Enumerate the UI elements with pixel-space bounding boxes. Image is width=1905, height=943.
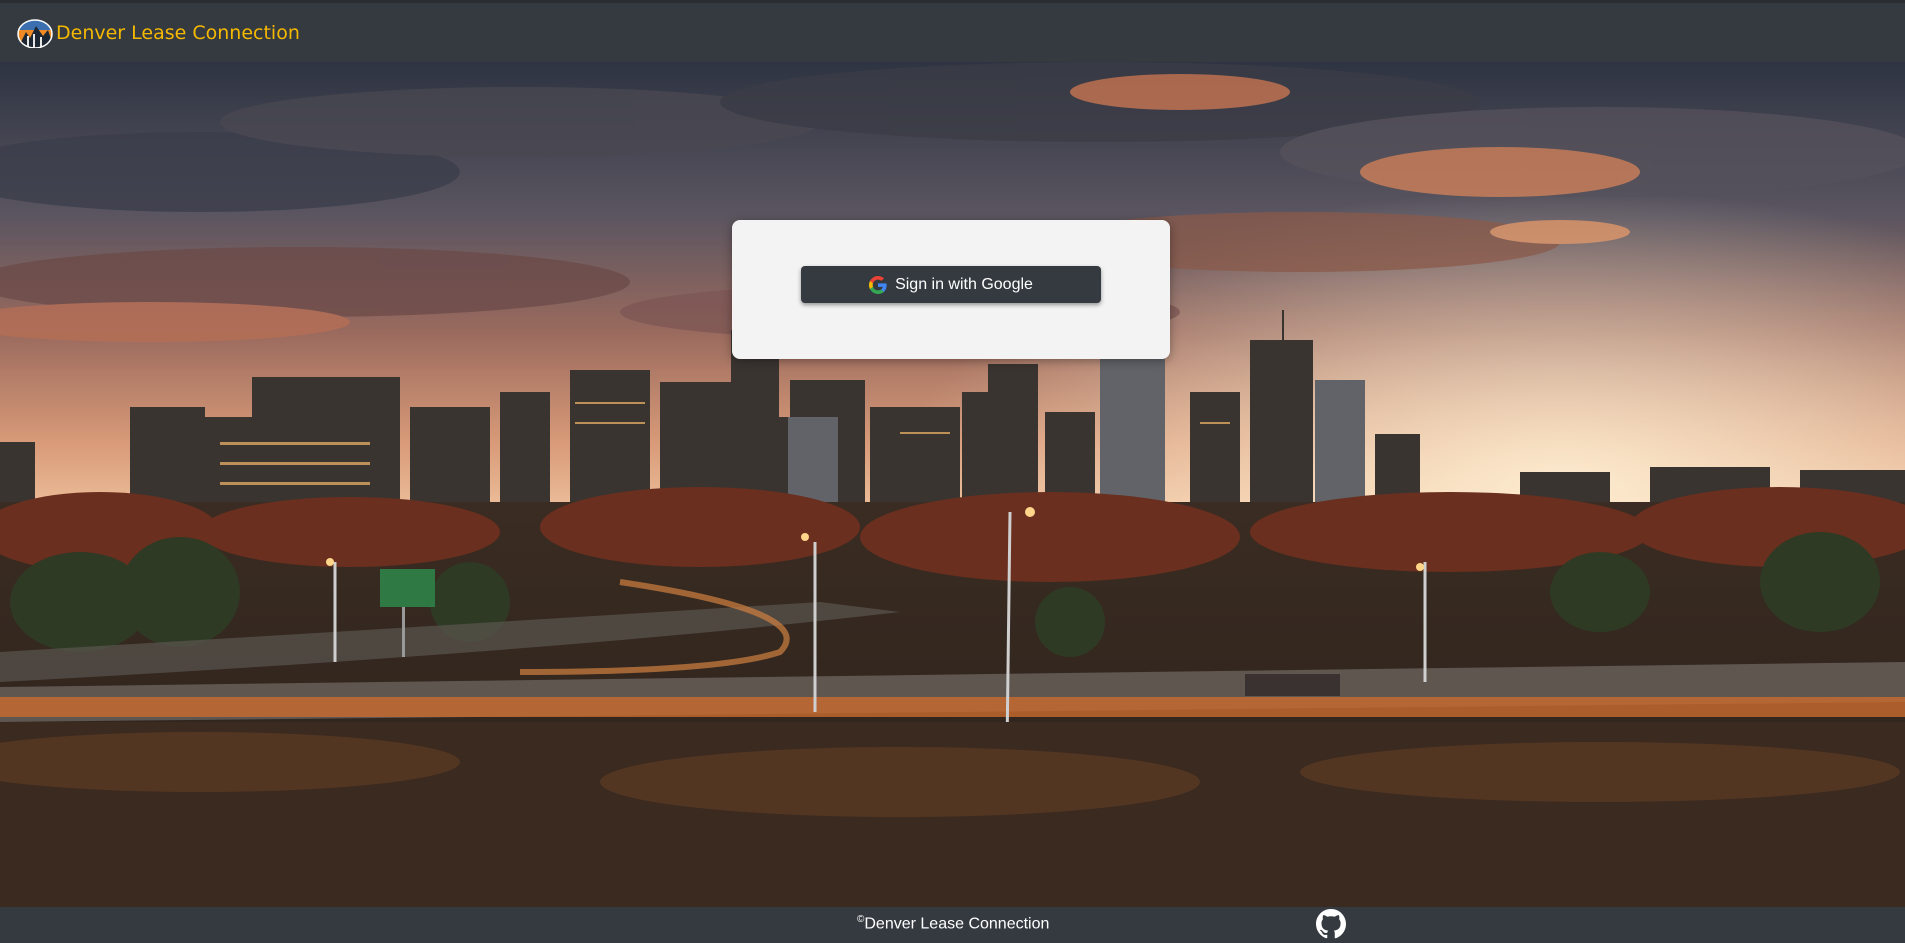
denver-logo-icon	[16, 18, 54, 49]
sign-in-label: Sign in with Google	[895, 275, 1033, 293]
brand-title: Denver Lease Connection	[56, 21, 300, 44]
github-icon[interactable]	[1316, 909, 1346, 939]
footer: ©Denver Lease Connection	[0, 907, 1905, 939]
login-card: Sign in with Google	[732, 220, 1170, 359]
copyright-name: Denver Lease Connection	[864, 915, 1050, 933]
brand-link[interactable]: Denver Lease Connection	[16, 18, 300, 49]
google-g-icon	[869, 275, 887, 294]
hero-background-image: Sign in with Google	[0, 62, 1905, 907]
sign-in-with-google-button[interactable]: Sign in with Google	[801, 266, 1101, 303]
copyright-text: ©Denver Lease Connection	[857, 914, 1049, 933]
navbar: Denver Lease Connection	[0, 0, 1905, 62]
